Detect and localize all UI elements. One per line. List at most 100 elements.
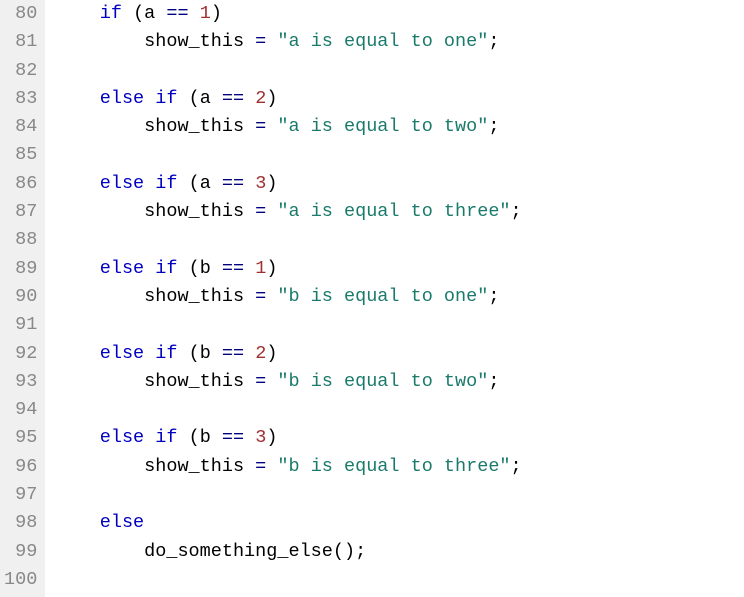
punctuation: ; xyxy=(488,116,499,137)
punctuation: ( xyxy=(189,173,200,194)
operator: = xyxy=(255,286,266,307)
identifier: show_this xyxy=(144,31,244,52)
line-number: 94 xyxy=(4,396,37,424)
code-line[interactable] xyxy=(55,226,744,254)
code-line[interactable]: else if (b == 2) xyxy=(55,340,744,368)
line-number: 88 xyxy=(4,226,37,254)
punctuation: ) xyxy=(266,427,277,448)
code-line[interactable] xyxy=(55,566,744,594)
code-line[interactable]: do_something_else(); xyxy=(55,538,744,566)
string-literal: "b is equal to two" xyxy=(277,371,488,392)
line-number: 81 xyxy=(4,28,37,56)
punctuation: ; xyxy=(488,31,499,52)
code-line[interactable]: if (a == 1) xyxy=(55,0,744,28)
keyword: else xyxy=(100,258,144,279)
code-line[interactable]: show_this = "a is equal to two"; xyxy=(55,113,744,141)
code-line[interactable] xyxy=(55,396,744,424)
function-name: do_something_else xyxy=(144,541,333,562)
number-literal: 1 xyxy=(255,258,266,279)
code-line[interactable] xyxy=(55,57,744,85)
line-number: 91 xyxy=(4,311,37,339)
keyword: else xyxy=(100,427,144,448)
operator: = xyxy=(255,116,266,137)
code-line[interactable] xyxy=(55,141,744,169)
code-line[interactable] xyxy=(55,311,744,339)
code-line[interactable]: show_this = "a is equal to three"; xyxy=(55,198,744,226)
punctuation: ( xyxy=(189,427,200,448)
line-number: 82 xyxy=(4,57,37,85)
code-line[interactable]: else if (b == 3) xyxy=(55,424,744,452)
code-line[interactable]: else if (b == 1) xyxy=(55,255,744,283)
keyword: else xyxy=(100,512,144,533)
line-number: 92 xyxy=(4,340,37,368)
number-literal: 3 xyxy=(255,173,266,194)
punctuation: () xyxy=(333,541,355,562)
identifier: show_this xyxy=(144,116,244,137)
identifier: a xyxy=(200,88,211,109)
code-line[interactable]: show_this = "b is equal to one"; xyxy=(55,283,744,311)
keyword: if xyxy=(100,3,122,24)
punctuation: ( xyxy=(189,258,200,279)
code-line[interactable] xyxy=(55,481,744,509)
code-line[interactable]: else if (a == 2) xyxy=(55,85,744,113)
identifier: b xyxy=(200,258,211,279)
operator: = xyxy=(255,31,266,52)
punctuation: ; xyxy=(488,286,499,307)
punctuation: ) xyxy=(266,258,277,279)
punctuation: ; xyxy=(355,541,366,562)
punctuation: ) xyxy=(266,173,277,194)
punctuation: ; xyxy=(511,201,522,222)
code-area[interactable]: if (a == 1) show_this = "a is equal to o… xyxy=(45,0,744,597)
operator: = xyxy=(255,371,266,392)
punctuation: ( xyxy=(189,88,200,109)
identifier: show_this xyxy=(144,371,244,392)
operator: == xyxy=(222,173,244,194)
punctuation: ) xyxy=(266,343,277,364)
string-literal: "a is equal to one" xyxy=(277,31,488,52)
punctuation: ; xyxy=(488,371,499,392)
code-line[interactable]: show_this = "b is equal to three"; xyxy=(55,453,744,481)
keyword: else xyxy=(100,88,144,109)
string-literal: "b is equal to three" xyxy=(277,456,510,477)
line-number: 97 xyxy=(4,481,37,509)
string-literal: "b is equal to one" xyxy=(277,286,488,307)
identifier: b xyxy=(200,427,211,448)
keyword: if xyxy=(155,258,177,279)
punctuation: ) xyxy=(266,88,277,109)
keyword: else xyxy=(100,343,144,364)
code-line[interactable]: show_this = "a is equal to one"; xyxy=(55,28,744,56)
identifier: b xyxy=(200,343,211,364)
keyword: if xyxy=(155,343,177,364)
operator: = xyxy=(255,456,266,477)
code-editor[interactable]: 8081828384858687888990919293949596979899… xyxy=(0,0,744,597)
operator: == xyxy=(222,258,244,279)
line-number: 84 xyxy=(4,113,37,141)
line-number: 100 xyxy=(4,566,37,594)
line-number: 86 xyxy=(4,170,37,198)
operator: == xyxy=(222,427,244,448)
punctuation: ( xyxy=(189,343,200,364)
number-literal: 3 xyxy=(255,427,266,448)
punctuation: ; xyxy=(511,456,522,477)
line-number: 87 xyxy=(4,198,37,226)
number-literal: 2 xyxy=(255,343,266,364)
keyword: else xyxy=(100,173,144,194)
operator: == xyxy=(222,343,244,364)
identifier: show_this xyxy=(144,201,244,222)
identifier: show_this xyxy=(144,456,244,477)
code-line[interactable]: else xyxy=(55,509,744,537)
line-number: 98 xyxy=(4,509,37,537)
line-number: 90 xyxy=(4,283,37,311)
line-number-gutter: 8081828384858687888990919293949596979899… xyxy=(0,0,45,597)
string-literal: "a is equal to three" xyxy=(277,201,510,222)
line-number: 96 xyxy=(4,453,37,481)
line-number: 89 xyxy=(4,255,37,283)
line-number: 99 xyxy=(4,538,37,566)
identifier: a xyxy=(144,3,155,24)
identifier: a xyxy=(200,173,211,194)
code-line[interactable]: else if (a == 3) xyxy=(55,170,744,198)
code-line[interactable]: show_this = "b is equal to two"; xyxy=(55,368,744,396)
line-number: 95 xyxy=(4,424,37,452)
line-number: 83 xyxy=(4,85,37,113)
keyword: if xyxy=(155,173,177,194)
